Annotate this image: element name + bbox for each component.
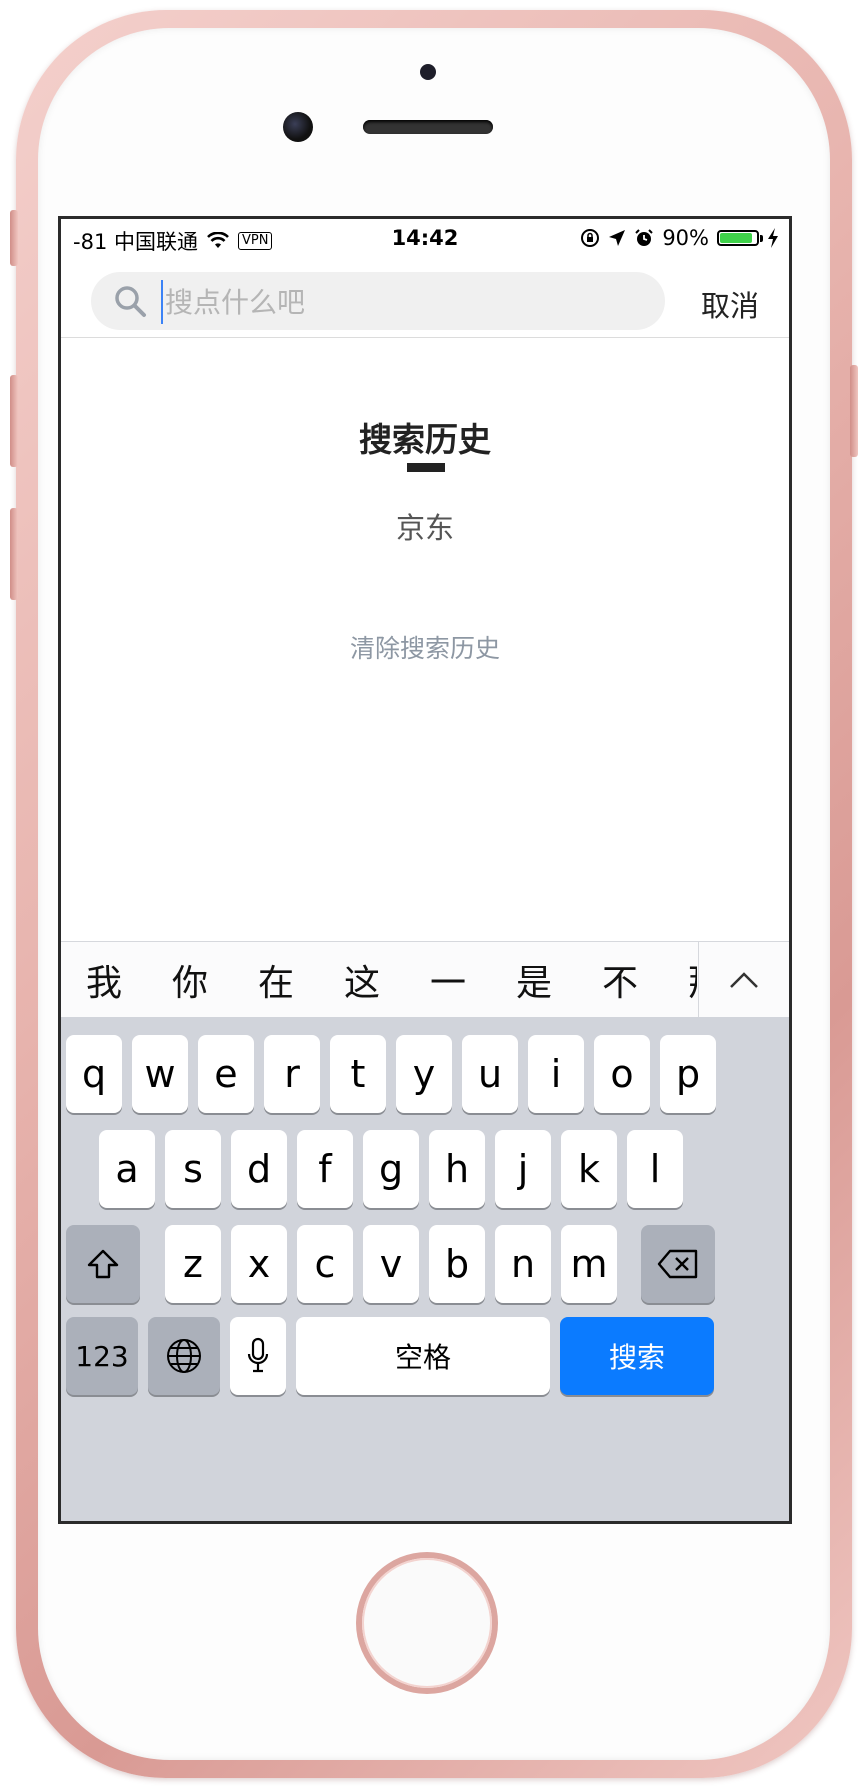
globe-icon — [167, 1339, 201, 1373]
key[interactable]: g — [363, 1130, 419, 1208]
key[interactable]: d — [231, 1130, 287, 1208]
shift-icon — [87, 1249, 119, 1279]
shift-key[interactable] — [66, 1225, 140, 1303]
backspace-icon — [657, 1249, 698, 1279]
candidate-word[interactable]: 那 — [663, 954, 697, 1006]
front-camera — [283, 112, 313, 142]
numbers-key[interactable]: 123 — [66, 1317, 138, 1395]
key[interactable]: e — [198, 1035, 254, 1113]
key[interactable]: f — [297, 1130, 353, 1208]
candidate-word[interactable]: 这 — [319, 954, 405, 1006]
search-header: 取消 — [61, 257, 789, 338]
key[interactable]: v — [363, 1225, 419, 1303]
cancel-button[interactable]: 取消 — [701, 283, 759, 325]
key[interactable]: y — [396, 1035, 452, 1113]
key[interactable]: h — [429, 1130, 485, 1208]
globe-key[interactable] — [148, 1317, 220, 1395]
search-input[interactable] — [161, 280, 647, 324]
key[interactable]: w — [132, 1035, 188, 1113]
keyboard: q w e r t y u i o p a s d f g h j k l z … — [61, 1017, 789, 1521]
key[interactable]: x — [231, 1225, 287, 1303]
candidate-word[interactable]: 一 — [405, 954, 491, 1006]
earpiece-speaker — [363, 120, 493, 134]
candidate-list: 我 你 在 这 一 是 不 那 — [61, 942, 697, 1018]
location-arrow-icon — [609, 230, 626, 246]
volume-down-button — [10, 508, 18, 600]
key[interactable]: b — [429, 1225, 485, 1303]
candidate-word[interactable]: 你 — [147, 954, 233, 1006]
key[interactable]: p — [660, 1035, 716, 1113]
candidate-bar: 我 你 在 这 一 是 不 那 — [61, 941, 789, 1018]
candidate-word[interactable]: 不 — [577, 954, 663, 1006]
status-bar: -81 中国联通 VPN 14:42 90% — [61, 219, 789, 257]
key[interactable]: s — [165, 1130, 221, 1208]
charging-bolt-icon — [768, 228, 778, 248]
delete-key[interactable] — [641, 1225, 715, 1303]
history-title: 搜索历史 — [359, 420, 491, 459]
battery-percent: 90% — [662, 226, 709, 250]
candidate-word[interactable]: 我 — [61, 954, 147, 1006]
key[interactable]: a — [99, 1130, 155, 1208]
battery-icon — [717, 230, 763, 246]
key[interactable]: n — [495, 1225, 551, 1303]
phone-screen: -81 中国联通 VPN 14:42 90% 搜点什么吧 取消 搜索历史 京东 … — [58, 216, 792, 1524]
battery-tip — [760, 235, 763, 242]
search-box[interactable] — [91, 272, 665, 330]
key[interactable]: o — [594, 1035, 650, 1113]
mute-switch — [10, 210, 18, 266]
key[interactable]: l — [627, 1130, 683, 1208]
key[interactable]: z — [165, 1225, 221, 1303]
clear-history-button[interactable]: 清除搜索历史 — [61, 629, 789, 665]
key[interactable]: i — [528, 1035, 584, 1113]
key[interactable]: c — [297, 1225, 353, 1303]
volume-up-button — [10, 375, 18, 467]
space-key[interactable]: 空格 — [296, 1317, 550, 1395]
microphone-icon — [247, 1337, 269, 1373]
proximity-sensor — [420, 64, 436, 80]
home-button[interactable] — [362, 1558, 492, 1688]
key[interactable]: q — [66, 1035, 122, 1113]
battery-level-fill — [720, 233, 753, 243]
key[interactable]: t — [330, 1035, 386, 1113]
candidate-word[interactable]: 是 — [491, 954, 577, 1006]
dictation-key[interactable] — [230, 1317, 286, 1395]
key[interactable]: u — [462, 1035, 518, 1113]
search-icon — [115, 286, 146, 317]
chevron-up-icon — [730, 972, 758, 988]
alarm-icon — [635, 229, 654, 246]
history-item[interactable]: 京东 — [61, 505, 789, 547]
history-title-underline — [407, 463, 445, 472]
key[interactable]: r — [264, 1035, 320, 1113]
orientation-lock-icon — [581, 229, 600, 247]
search-key[interactable]: 搜索 — [560, 1317, 714, 1395]
key[interactable]: m — [561, 1225, 617, 1303]
power-button — [850, 365, 858, 457]
candidate-word[interactable]: 在 — [233, 954, 319, 1006]
status-right: 90% — [580, 226, 779, 250]
key[interactable]: k — [561, 1130, 617, 1208]
key[interactable]: j — [495, 1130, 551, 1208]
expand-candidates-button[interactable] — [698, 942, 789, 1018]
